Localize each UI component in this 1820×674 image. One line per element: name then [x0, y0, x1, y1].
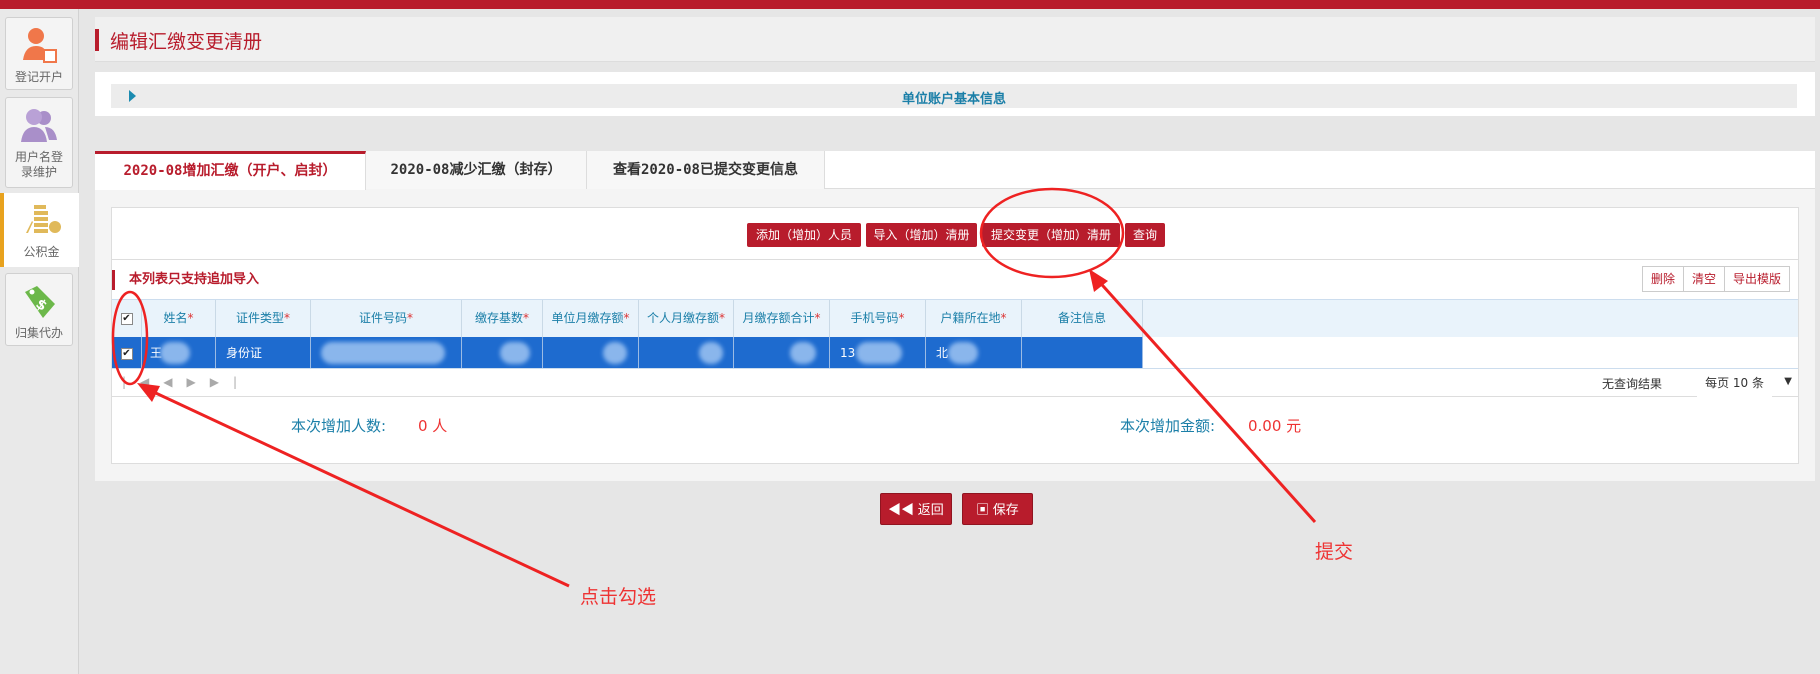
col-base: 缴存基数* — [462, 300, 543, 337]
amount-label: 本次增加金额: — [1120, 417, 1216, 435]
query-button[interactable]: 查询 — [1125, 223, 1165, 247]
account-info-label: 单位账户基本信息 — [901, 92, 1006, 107]
import-list-button[interactable]: 导入（增加）清册 — [866, 223, 977, 247]
cell-monthly-total[interactable] — [734, 337, 830, 368]
tab-strip: 2020-08增加汇缴（开户、启封） 2020-08减少汇缴（封存） 查看202… — [95, 151, 1815, 190]
row-select-cell: ✔ — [112, 337, 142, 368]
col-id-type: 证件类型* — [216, 300, 311, 337]
save-icon: ▣ — [976, 502, 993, 517]
dropdown-arrow-icon[interactable]: ▼ — [1784, 376, 1792, 387]
col-name: 姓名* — [142, 300, 216, 337]
user-edit-icon — [23, 28, 57, 63]
table-row[interactable]: ✔ 王 身份证 13 北 — [112, 337, 1798, 369]
cell-personal-monthly[interactable] — [639, 337, 734, 368]
annotation-check-label: 点击勾选 — [580, 586, 657, 608]
users-icon — [21, 109, 57, 142]
amount-value: 0.00 元 — [1248, 417, 1302, 435]
table-actions: 删除 清空 导出模版 — [1641, 266, 1790, 292]
cell-base[interactable] — [462, 337, 543, 368]
coins-icon — [25, 205, 61, 233]
per-page-select[interactable]: 每页 10 条 — [1697, 369, 1772, 397]
select-all-cell: ✔ — [112, 300, 142, 337]
clear-button[interactable]: 清空 — [1683, 267, 1725, 291]
annotation-submit-label: 提交 — [1315, 541, 1354, 563]
divider — [112, 259, 1798, 260]
add-person-button[interactable]: 添加（增加）人员 — [747, 223, 861, 247]
cell-name[interactable]: 王 — [142, 337, 216, 368]
page-title: 编辑汇缴变更清册 — [110, 31, 263, 53]
cell-hukou[interactable]: 北 — [926, 337, 1022, 368]
select-all-checkbox[interactable]: ✔ — [120, 312, 133, 325]
title-accent — [95, 29, 99, 51]
tab-increase[interactable]: 2020-08增加汇缴（开户、启封） — [95, 151, 366, 190]
back-button[interactable]: ◀◀ 返回 — [880, 493, 952, 525]
account-info-toggle[interactable]: 单位账户基本信息 — [111, 84, 1797, 108]
pager: |◀◀▶▶| 无查询结果 每页 10 条 ▼ — [112, 369, 1798, 397]
submit-change-button[interactable]: 提交变更（增加）清册 — [982, 223, 1120, 247]
cell-remark[interactable] — [1022, 337, 1143, 368]
tabs-panel: 2020-08增加汇缴（开户、启封） 2020-08减少汇缴（封存） 查看202… — [95, 151, 1815, 481]
col-phone: 手机号码* — [830, 300, 926, 337]
cell-phone[interactable]: 13 — [830, 337, 926, 368]
cell-unit-monthly[interactable] — [543, 337, 639, 368]
list-box: 添加（增加）人员 导入（增加）清册 提交变更（增加）清册 查询 本列表只支持追加… — [111, 207, 1799, 464]
price-tag-icon: $ — [25, 286, 55, 318]
cell-id-type[interactable]: 身份证 — [216, 337, 311, 368]
pager-nav-icons[interactable]: |◀◀▶▶| — [122, 375, 251, 389]
export-template-button[interactable]: 导出模版 — [1724, 267, 1789, 291]
sidebar-item-register[interactable]: 登记开户 — [5, 17, 73, 90]
delete-button[interactable]: 删除 — [1642, 267, 1684, 291]
count-label: 本次增加人数: — [291, 417, 387, 435]
table-header: ✔ 姓名* 证件类型* 证件号码* 缴存基数* 单位月缴存额* 个人月缴存额* … — [112, 299, 1798, 337]
col-monthly-total: 月缴存额合计* — [734, 300, 830, 337]
top-bar — [0, 0, 1820, 9]
sidebar-item-user-maintain[interactable]: 用户名登录维护 — [5, 97, 73, 188]
sidebar-item-fund[interactable]: 公积金 — [0, 193, 79, 267]
tab-submitted[interactable]: 查看2020-08已提交变更信息 — [587, 151, 825, 189]
col-hukou: 户籍所在地* — [926, 300, 1022, 337]
tab-decrease[interactable]: 2020-08减少汇缴（封存） — [366, 151, 587, 189]
import-notice: 本列表只支持追加导入 — [112, 270, 259, 290]
cell-id-number[interactable] — [311, 337, 462, 368]
no-results-text: 无查询结果 — [1601, 377, 1662, 391]
save-button[interactable]: ▣ 保存 — [962, 493, 1033, 525]
col-unit-monthly: 单位月缴存额* — [543, 300, 639, 337]
sidebar-item-agency[interactable]: $ 归集代办 — [5, 273, 73, 346]
sidebar: 登记开户 用户名登录维护 公积金 $ 归集代办 — [0, 9, 79, 674]
info-panel: 单位账户基本信息 — [95, 72, 1815, 116]
count-value: 0 人 — [418, 417, 448, 435]
title-panel: 编辑汇缴变更清册 — [95, 17, 1815, 62]
col-personal-monthly: 个人月缴存额* — [639, 300, 734, 337]
rewind-icon: ◀◀ — [888, 502, 918, 517]
col-remark: 备注信息 — [1022, 300, 1143, 337]
row-checkbox[interactable]: ✔ — [120, 347, 133, 360]
col-id-number: 证件号码* — [311, 300, 462, 337]
